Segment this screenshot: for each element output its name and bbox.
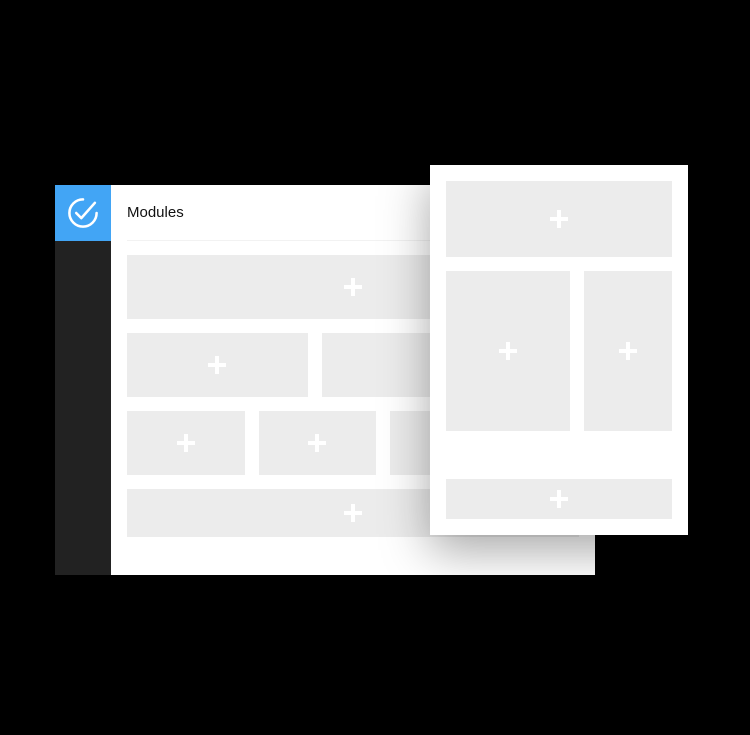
module-slot[interactable] bbox=[446, 181, 672, 257]
module-slot[interactable] bbox=[259, 411, 377, 475]
plus-icon bbox=[344, 504, 362, 522]
module-slot[interactable] bbox=[446, 271, 570, 431]
module-slot[interactable] bbox=[584, 271, 672, 431]
plus-icon bbox=[550, 490, 568, 508]
module-slot[interactable] bbox=[127, 333, 308, 397]
plus-icon bbox=[344, 278, 362, 296]
sidebar bbox=[55, 185, 111, 575]
plus-icon bbox=[550, 210, 568, 228]
plus-icon bbox=[208, 356, 226, 374]
module-slot[interactable] bbox=[127, 411, 245, 475]
plus-icon bbox=[619, 342, 637, 360]
overlay-panel bbox=[430, 165, 688, 535]
plus-icon bbox=[308, 434, 326, 452]
check-circle-icon bbox=[66, 196, 100, 230]
app-logo[interactable] bbox=[55, 185, 111, 241]
page-title: Modules bbox=[127, 204, 184, 221]
plus-icon bbox=[177, 434, 195, 452]
module-slot[interactable] bbox=[446, 479, 672, 519]
plus-icon bbox=[499, 342, 517, 360]
